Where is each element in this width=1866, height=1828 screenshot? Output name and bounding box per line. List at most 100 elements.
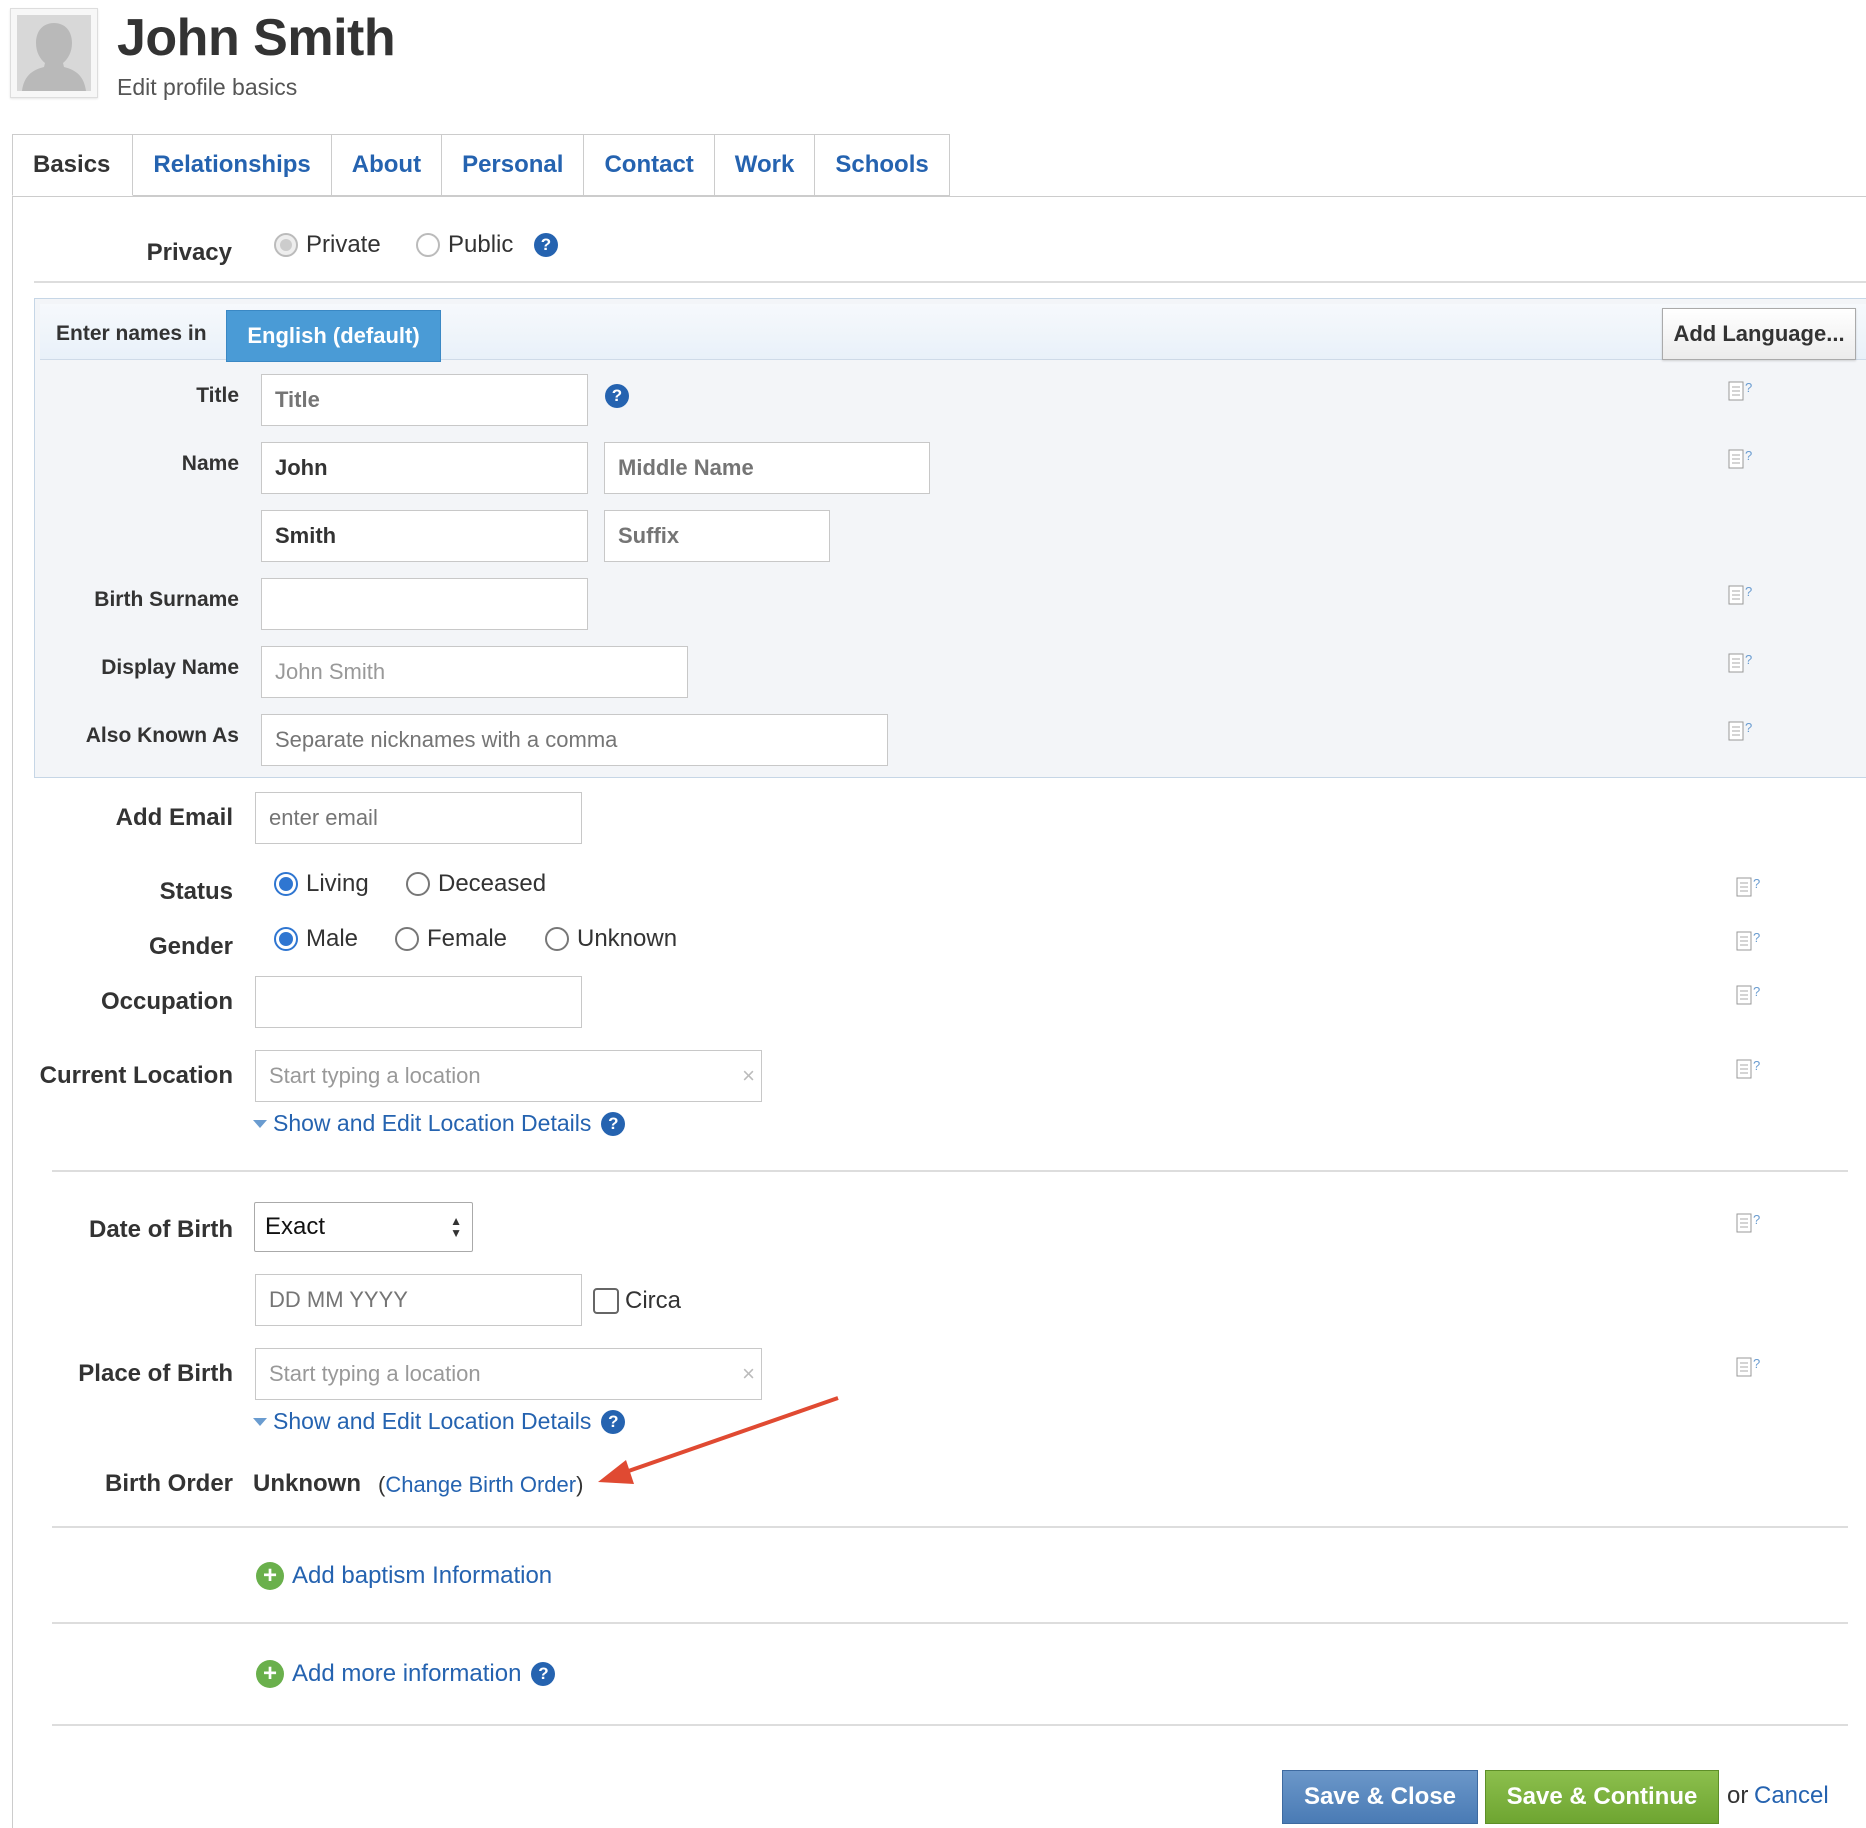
tab-relationships[interactable]: Relationships — [133, 134, 332, 196]
plus-circle-icon: + — [256, 1660, 284, 1688]
gender-female-radio[interactable]: Female — [395, 925, 507, 953]
tab-work[interactable]: Work — [714, 134, 816, 196]
select-value: Exact — [265, 1213, 326, 1240]
save-close-button[interactable]: Save & Close — [1282, 1770, 1478, 1824]
radio-label: Public — [448, 231, 514, 258]
svg-text:?: ? — [1753, 1356, 1760, 1371]
tab-divider — [12, 196, 1866, 197]
suffix-input[interactable] — [604, 510, 830, 562]
field-note-icon[interactable]: ? — [1728, 652, 1756, 674]
svg-text:?: ? — [1745, 380, 1752, 395]
status-living-radio[interactable]: Living — [274, 870, 369, 898]
birth-order-label: Birth Order — [104, 1470, 233, 1497]
privacy-help-icon[interactable]: ? — [534, 233, 558, 257]
svg-text:?: ? — [1745, 584, 1752, 599]
field-note-icon[interactable]: ? — [1736, 1356, 1764, 1378]
birth-surname-input[interactable] — [261, 578, 588, 630]
svg-text:?: ? — [1753, 1212, 1760, 1227]
circa-checkbox[interactable]: Circa — [593, 1287, 681, 1315]
close-paren: ) — [576, 1472, 584, 1497]
add-baptism-link[interactable]: + Add baptism Information — [256, 1562, 552, 1590]
dob-mode-select[interactable]: Exact ▲ ▼ — [254, 1202, 473, 1252]
status-deceased-radio[interactable]: Deceased — [406, 870, 546, 898]
radio-circle — [274, 872, 298, 896]
link-text: Show and Edit Location Details — [273, 1110, 592, 1136]
radio-label: Female — [427, 925, 508, 952]
display-name-label: Display Name — [101, 656, 239, 679]
select-arrows-icon: ▲ ▼ — [450, 1214, 462, 1240]
occupation-input[interactable] — [255, 976, 582, 1028]
field-note-icon[interactable]: ? — [1728, 448, 1756, 470]
avatar[interactable] — [10, 8, 98, 98]
field-note-icon[interactable]: ? — [1736, 1212, 1764, 1234]
radio-circle — [545, 927, 569, 951]
tab-contact[interactable]: Contact — [584, 134, 715, 196]
radio-circle — [416, 233, 440, 257]
plus-circle-icon: + — [256, 1562, 284, 1590]
clear-icon[interactable]: × — [742, 1361, 755, 1387]
add-more-help-icon[interactable]: ? — [531, 1662, 556, 1686]
occupation-label: Occupation — [100, 988, 233, 1015]
clear-icon[interactable]: × — [742, 1063, 755, 1089]
field-note-icon[interactable]: ? — [1736, 1058, 1764, 1080]
gender-male-radio[interactable]: Male — [274, 925, 358, 953]
change-birth-order-link[interactable]: Change Birth Order — [385, 1472, 576, 1498]
first-name-input[interactable]: John — [261, 442, 588, 494]
page-title: John Smith — [117, 9, 396, 67]
expand-triangle-icon — [253, 1417, 267, 1426]
pob-details-link[interactable]: Show and Edit Location Details? — [253, 1408, 626, 1435]
aka-label: Also Known As — [85, 724, 239, 747]
annotation-arrow-icon — [598, 1396, 839, 1484]
field-note-icon[interactable]: ? — [1736, 984, 1764, 1006]
field-note-icon[interactable]: ? — [1728, 380, 1756, 402]
dob-input[interactable] — [255, 1274, 582, 1326]
tab-bar: Basics Relationships About Personal Cont… — [12, 134, 950, 196]
language-tab-english[interactable]: English (default) — [226, 310, 441, 362]
gender-unknown-radio[interactable]: Unknown — [545, 925, 677, 953]
name-label: Name — [181, 452, 239, 475]
svg-text:?: ? — [1745, 652, 1752, 667]
enter-names-in-label: Enter names in — [56, 322, 207, 345]
svg-text:?: ? — [1745, 448, 1752, 463]
open-paren: ( — [378, 1472, 386, 1497]
cancel-link[interactable]: Cancel — [1754, 1782, 1829, 1810]
field-note-icon[interactable]: ? — [1728, 720, 1756, 742]
svg-text:?: ? — [1745, 720, 1752, 735]
middle-name-input[interactable] — [604, 442, 930, 494]
radio-label: Unknown — [577, 925, 678, 952]
title-help-icon[interactable]: ? — [605, 384, 629, 408]
last-name-input[interactable]: Smith — [261, 510, 588, 562]
tab-personal[interactable]: Personal — [442, 134, 585, 196]
tab-schools[interactable]: Schools — [815, 134, 950, 196]
display-name-input[interactable]: John Smith — [261, 646, 688, 698]
first-name-value: John — [275, 455, 328, 480]
field-note-icon[interactable]: ? — [1728, 584, 1756, 606]
radio-circle — [395, 927, 419, 951]
email-input[interactable] — [255, 792, 582, 844]
tab-about[interactable]: About — [331, 134, 443, 196]
aka-input[interactable] — [261, 714, 888, 766]
field-note-icon[interactable]: ? — [1736, 930, 1764, 952]
current-location-placeholder: Start typing a location — [269, 1063, 481, 1088]
current-location-details-link[interactable]: Show and Edit Location Details? — [253, 1110, 626, 1137]
link-text: Add more information — [292, 1660, 522, 1687]
divider — [34, 281, 1866, 283]
current-location-label: Current Location — [39, 1062, 233, 1089]
or-text: or — [1727, 1782, 1749, 1809]
divider — [52, 1526, 1848, 1528]
current-location-input[interactable]: Start typing a location × — [255, 1050, 762, 1102]
radio-label: Private — [306, 231, 381, 258]
privacy-private-radio[interactable]: Private — [274, 231, 381, 259]
add-language-button[interactable]: Add Language... — [1662, 308, 1856, 360]
person-silhouette-icon — [17, 15, 91, 91]
privacy-label: Privacy — [146, 239, 232, 266]
title-input[interactable] — [261, 374, 588, 426]
field-note-icon[interactable]: ? — [1736, 876, 1764, 898]
radio-circle — [274, 233, 298, 257]
location-help-icon[interactable]: ? — [601, 1111, 626, 1136]
radio-circle — [406, 872, 430, 896]
tab-basics[interactable]: Basics — [12, 134, 134, 196]
privacy-public-radio[interactable]: Public — [416, 231, 513, 259]
add-more-link[interactable]: + Add more information? — [256, 1660, 556, 1688]
save-continue-button[interactable]: Save & Continue — [1485, 1770, 1719, 1824]
